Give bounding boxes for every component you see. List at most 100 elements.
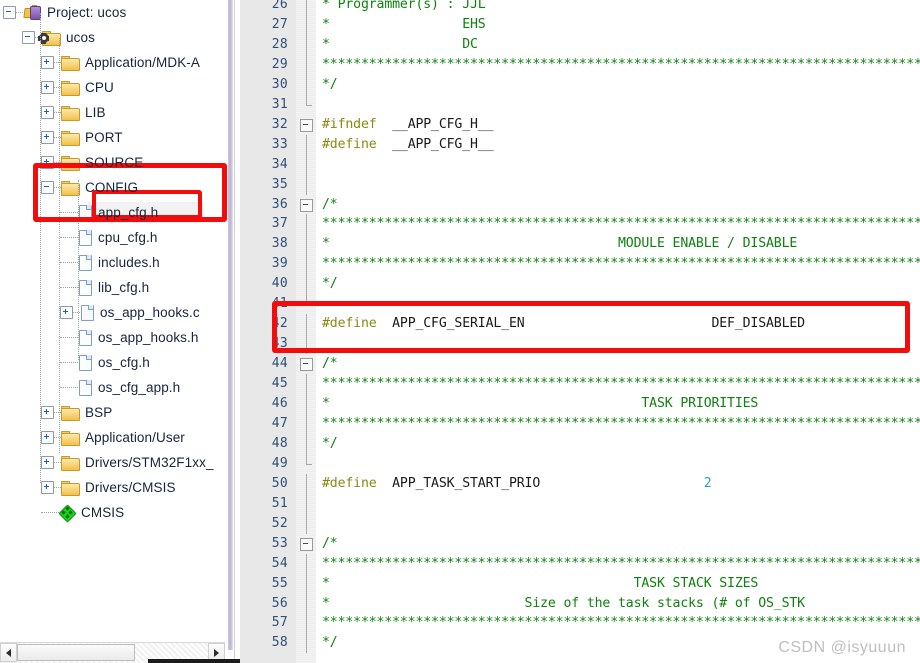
tree-expander-plus-icon[interactable] xyxy=(41,81,54,94)
code-line[interactable]: 30 */ xyxy=(240,74,920,95)
tree-expander-plus-icon[interactable] xyxy=(60,306,73,319)
fold-guide xyxy=(306,214,307,235)
code-line[interactable]: 32 #ifndef __APP_CFG_H__ xyxy=(240,115,920,135)
fold-guide xyxy=(306,0,307,15)
tree-item-port[interactable]: PORT xyxy=(0,125,225,150)
code-line[interactable]: 57 **************************************… xyxy=(240,613,920,634)
tree-item-ucos[interactable]: ucos xyxy=(0,25,225,50)
tree-expander-minus-icon[interactable] xyxy=(22,31,35,44)
fold-guide xyxy=(306,174,307,195)
code-line-text: #define APP_TASK_START_PRIO 2 xyxy=(322,475,712,491)
code-line-text: /* xyxy=(322,196,338,212)
line-number: 49 xyxy=(271,455,288,471)
fold-toggle-icon[interactable] xyxy=(300,358,313,372)
tree-item-cpu[interactable]: CPU xyxy=(0,75,225,100)
tree-item-label: Application/User xyxy=(85,430,185,445)
tree-item-includes-h[interactable]: includes.h xyxy=(0,250,225,275)
fold-guide xyxy=(306,14,307,35)
line-number: 31 xyxy=(271,96,288,112)
code-line-text: */ xyxy=(322,76,338,92)
code-line[interactable]: 47 **************************************… xyxy=(240,413,920,434)
tree-expander-plus-icon[interactable] xyxy=(41,431,54,444)
code-line-text: * TASK PRIORITIES xyxy=(322,396,759,411)
tree-expander-minus-icon[interactable] xyxy=(3,6,16,19)
file-header-icon xyxy=(78,229,92,246)
code-line[interactable]: 44 /* xyxy=(240,354,920,374)
screenshot-root: Project: ucos ucos Application/MDK-A CPU LIB… xyxy=(0,0,920,663)
file-source-icon xyxy=(80,304,94,321)
tree-item-label: os_app_hooks.h xyxy=(98,330,199,345)
code-line[interactable]: 35 xyxy=(240,174,920,195)
file-header-icon xyxy=(78,279,92,296)
fold-guide xyxy=(306,134,307,155)
tree-expander-plus-icon[interactable] xyxy=(41,106,54,119)
code-line[interactable]: 54 **************************************… xyxy=(240,553,920,574)
tree-item-label: os_app_hooks.c xyxy=(100,305,200,320)
tree-item-os-cfg-app-h[interactable]: os_cfg_app.h xyxy=(0,375,225,400)
tree-item-os-cfg-h[interactable]: os_cfg.h xyxy=(0,350,225,375)
code-line[interactable]: 55 * TASK STACK SIZES xyxy=(240,573,920,594)
scrollbar-thumb[interactable] xyxy=(17,644,135,661)
tree-item-bsp[interactable]: BSP xyxy=(0,400,225,425)
tree-item-drivers-cmsis[interactable]: Drivers/CMSIS xyxy=(0,475,225,500)
tree-item-lib-cfg-h[interactable]: lib_cfg.h xyxy=(0,275,225,300)
code-line[interactable]: 26 * Programmer(s) : JJL xyxy=(240,0,920,15)
code-line[interactable]: 40 */ xyxy=(240,274,920,295)
tree-item-cpu-cfg-h[interactable]: cpu_cfg.h xyxy=(0,225,225,250)
code-line[interactable]: 31 xyxy=(240,94,920,115)
tree-expander-plus-icon[interactable] xyxy=(41,456,54,469)
pane-splitter[interactable] xyxy=(225,0,240,663)
fold-guide xyxy=(306,573,307,594)
code-line[interactable]: 34 xyxy=(240,154,920,175)
tree-guide-line xyxy=(40,13,42,483)
code-line[interactable]: 51 xyxy=(240,493,920,514)
code-line[interactable]: 45 **************************************… xyxy=(240,374,920,395)
code-line[interactable]: 33 #define __APP_CFG_H__ xyxy=(240,134,920,155)
code-line[interactable]: 46 * TASK PRIORITIES xyxy=(240,394,920,414)
code-line[interactable]: 28 * DC xyxy=(240,34,920,55)
project-tree[interactable]: Project: ucos ucos Application/MDK-A CPU LIB… xyxy=(0,0,225,628)
code-line[interactable]: 50 #define APP_TASK_START_PRIO 2 xyxy=(240,473,920,494)
tree-item-os-app-hooks-h[interactable]: os_app_hooks.h xyxy=(0,325,225,350)
tree-item-label: CMSIS xyxy=(81,505,125,520)
code-line[interactable]: 53 /* xyxy=(240,534,920,554)
tree-expander-plus-icon[interactable] xyxy=(41,481,54,494)
code-line[interactable]: 29 **************************************… xyxy=(240,54,920,75)
code-line[interactable]: 38 * MODULE ENABLE / DISABLE xyxy=(240,234,920,255)
line-number: 39 xyxy=(271,256,288,272)
code-line[interactable]: 36 /* xyxy=(240,195,920,215)
splitter-bar[interactable] xyxy=(228,0,233,650)
line-number: 53 xyxy=(271,535,288,551)
code-line[interactable]: 52 xyxy=(240,513,920,534)
code-line-text: * EHS xyxy=(322,16,486,32)
line-number: 36 xyxy=(271,196,288,212)
code-line-text: #define __APP_CFG_H__ xyxy=(322,136,494,152)
tree-expander-plus-icon[interactable] xyxy=(41,56,54,69)
tree-item-project-ucos[interactable]: Project: ucos xyxy=(0,0,225,25)
code-line[interactable]: 56 * Size of the task stacks (# of OS_STK xyxy=(240,593,920,614)
fold-toggle-icon[interactable] xyxy=(300,537,313,551)
tree-item-cmsis[interactable]: CMSIS xyxy=(0,500,225,525)
fold-toggle-icon[interactable] xyxy=(300,198,313,212)
tree-item-os-app-hooks-c[interactable]: os_app_hooks.c xyxy=(0,300,225,325)
code-line[interactable]: 39 **************************************… xyxy=(240,254,920,275)
tree-item-application-user[interactable]: Application/User xyxy=(0,425,225,450)
file-header-icon xyxy=(78,329,92,346)
fold-guide xyxy=(306,493,307,514)
tree-item-drivers-stm32f1xx[interactable]: Drivers/STM32F1xx_ xyxy=(0,450,225,475)
code-line[interactable]: 49 xyxy=(240,453,920,474)
tree-item-label: Drivers/CMSIS xyxy=(85,480,176,495)
code-line-text: * Programmer(s) : JJL xyxy=(322,0,486,12)
tree-expander-plus-icon[interactable] xyxy=(41,406,54,419)
code-line[interactable]: 37 **************************************… xyxy=(240,214,920,235)
code-line-text: #ifndef __APP_CFG_H__ xyxy=(322,116,494,132)
tree-item-label: LIB xyxy=(85,105,106,120)
tree-item-lib[interactable]: LIB xyxy=(0,100,225,125)
scroll-left-button[interactable] xyxy=(0,643,17,662)
code-line[interactable]: 27 * EHS xyxy=(240,14,920,35)
code-line[interactable]: 48 */ xyxy=(240,433,920,454)
fold-guide xyxy=(306,453,307,464)
tree-expander-plus-icon[interactable] xyxy=(41,131,54,144)
tree-item-application-mdk-a[interactable]: Application/MDK-A xyxy=(0,50,225,75)
fold-toggle-icon[interactable] xyxy=(300,118,313,132)
